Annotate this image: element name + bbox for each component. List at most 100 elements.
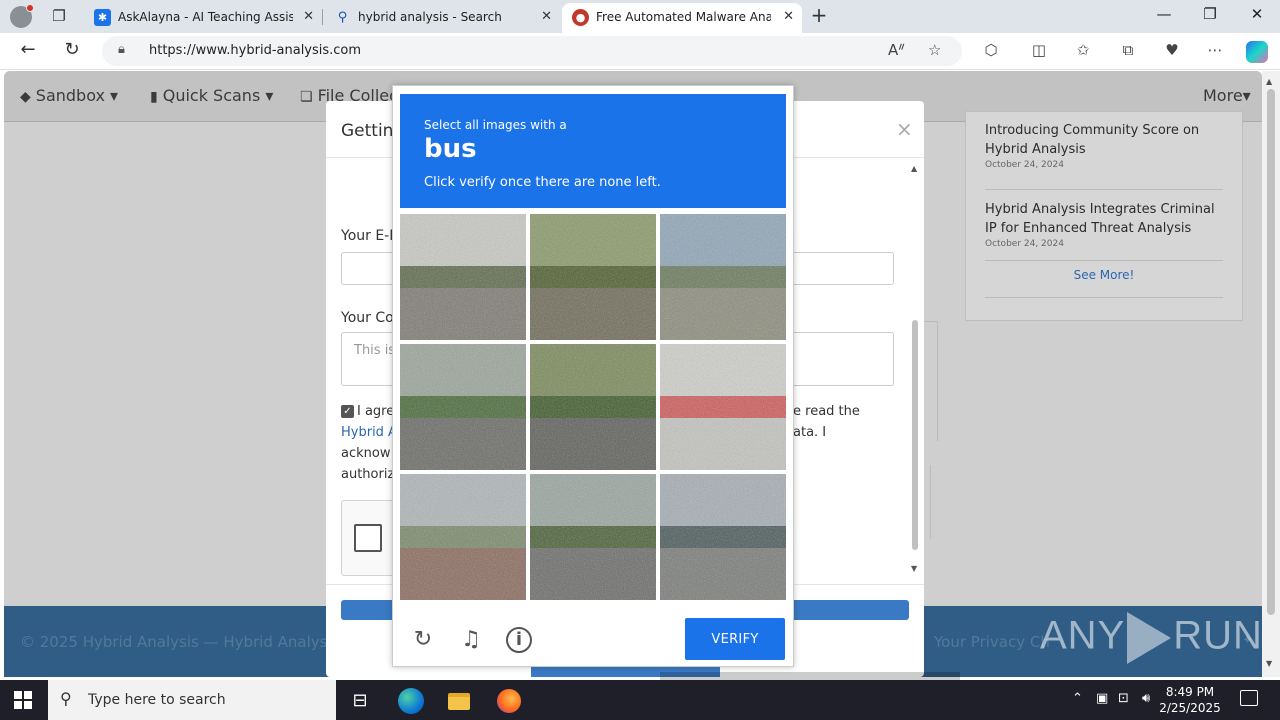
hybrid-analysis-icon: ● (572, 9, 589, 26)
notifications-icon[interactable] (1240, 690, 1258, 706)
tile-street-trucks[interactable] (400, 214, 526, 340)
news-item[interactable]: Introducing Community Score on Hybrid An… (985, 121, 1225, 170)
show-hidden-icons-chevron-icon[interactable]: ⌃ (1072, 691, 1083, 706)
close-window-icon[interactable]: ✕ (1242, 5, 1272, 23)
reload-icon[interactable]: ↻ (410, 627, 436, 653)
favorites-icon[interactable]: ✩ (1072, 41, 1094, 59)
divider (985, 189, 1223, 190)
scroll-down-icon[interactable]: ▼ (1266, 659, 1272, 668)
extensions-icon[interactable]: ⬡ (980, 41, 1002, 59)
network-icon[interactable]: ⊡ (1118, 691, 1129, 706)
windows-start-icon[interactable] (14, 691, 32, 709)
captcha-target-word: bus (424, 134, 477, 164)
new-tab-button[interactable]: + (809, 5, 829, 25)
tile-fire-hydrant[interactable] (660, 344, 786, 470)
news-title[interactable]: Hybrid Analysis Integrates Criminal IP f… (985, 200, 1225, 238)
collections-icon[interactable]: ⧉ (1117, 41, 1139, 59)
modal-scrollbar[interactable]: ▲ ▼ (908, 160, 922, 580)
captcha-checkbox[interactable] (354, 524, 382, 552)
address-bar[interactable]: 🔒︎ https://www.hybrid-analysis.com Aᐥ ☆ (102, 36, 962, 66)
device-icon[interactable]: ▣ (1096, 691, 1108, 706)
files-icon: ❏ (300, 89, 313, 105)
scrollbar-thumb[interactable] (1267, 89, 1275, 615)
captcha-instruction: Select all images with a (424, 118, 567, 132)
tab-askalayna[interactable]: ✱ AskAlayna - AI Teaching Assistant ✕ (84, 3, 322, 33)
tab-actions-icon[interactable]: ❐ (48, 7, 70, 27)
close-tab-icon[interactable]: ✕ (303, 3, 314, 31)
clock-date: 2/25/2025 (1159, 701, 1221, 715)
scroll-up-icon[interactable]: ▲ (1266, 77, 1272, 86)
terms-link[interactable]: Hybrid A (341, 425, 397, 440)
tile-lakeside-road[interactable] (660, 474, 786, 600)
tile-traffic-lights-car[interactable] (400, 344, 526, 470)
copilot-icon[interactable] (1246, 41, 1268, 63)
scroll-up-icon[interactable]: ▲ (911, 164, 917, 173)
minimize-icon[interactable]: — (1149, 5, 1179, 23)
nav-quick-scans[interactable]: ▮ Quick Scans ▾ (150, 86, 273, 105)
taskbar-search-box[interactable]: ⚲ Type here to search (48, 680, 336, 720)
tab-hybrid-analysis[interactable]: ● Free Automated Malware Analysis ✕ (562, 3, 802, 33)
agree-text: e read the (793, 404, 860, 419)
captcha-challenge: Select all images with a bus Click verif… (392, 85, 794, 667)
back-arrow-icon[interactable]: ← (16, 39, 40, 60)
tab-title: hybrid analysis - Search (358, 10, 502, 24)
split-screen-icon[interactable]: ◫ (1028, 41, 1050, 59)
page-scrollbar[interactable]: ▲ ▼ (1262, 71, 1280, 677)
comment-placeholder: This is (354, 343, 396, 358)
audio-challenge-icon[interactable]: ♫ (458, 627, 484, 653)
notification-dot (26, 4, 34, 12)
tab-title: Free Automated Malware Analysis (596, 10, 771, 24)
tile-bike-path[interactable] (400, 474, 526, 600)
verify-button[interactable]: VERIFY (685, 618, 785, 660)
task-view-icon[interactable]: ⊟ (347, 688, 373, 714)
tile-street-parked-cars[interactable] (530, 474, 656, 600)
clock-time: 8:49 PM (1165, 685, 1215, 699)
info-icon[interactable]: i (506, 627, 532, 653)
search-placeholder: Type here to search (88, 692, 226, 708)
scroll-down-icon[interactable]: ▼ (911, 564, 917, 573)
favorite-star-icon[interactable]: ☆ (928, 41, 941, 59)
news-item[interactable]: Hybrid Analysis Integrates Criminal IP f… (985, 200, 1225, 249)
tile-bus-stop-park[interactable] (530, 214, 656, 340)
divider (985, 260, 1223, 261)
cube-icon: ◆ (20, 89, 31, 105)
browser-essentials-icon[interactable]: ♥ (1161, 41, 1183, 59)
close-icon[interactable]: × (896, 117, 913, 141)
comment-label: Your Co (341, 310, 394, 326)
file-explorer-icon[interactable] (446, 688, 472, 714)
edge-browser-icon[interactable] (398, 688, 424, 714)
footer-copyright: © 2025 Hybrid Analysis — Hybrid Analysis (20, 633, 340, 651)
agree-text: authoriz (341, 467, 395, 482)
tile-open-field[interactable] (660, 214, 786, 340)
restore-icon[interactable]: ❐ (1195, 5, 1225, 23)
url-text[interactable]: https://www.hybrid-analysis.com (149, 43, 361, 58)
more-options-icon[interactable]: ⋯ (1204, 41, 1226, 59)
watermark-text: ANY (1040, 613, 1126, 658)
news-date: October 24, 2024 (985, 160, 1064, 170)
tab-search[interactable]: ⚲ hybrid analysis - Search ✕ (324, 3, 560, 33)
read-aloud-icon[interactable]: Aᐥ (888, 41, 905, 59)
refresh-icon[interactable]: ↻ (60, 39, 84, 60)
tab-separator (322, 9, 323, 25)
firefox-icon[interactable] (496, 688, 522, 714)
news-date: October 24, 2024 (985, 239, 1064, 249)
nav-label: More (1203, 86, 1243, 105)
tile-road-trees[interactable] (530, 344, 656, 470)
see-more-link[interactable]: See More! (985, 268, 1223, 282)
agree-checkbox[interactable]: ✓ (341, 405, 354, 418)
agree-text: I agre (357, 404, 395, 419)
search-icon: ⚲ (60, 689, 72, 708)
agree-text: acknow (341, 446, 391, 461)
volume-icon[interactable]: 🔊︎ (1142, 691, 1150, 706)
browser-toolbar: ← ↻ 🔒︎ https://www.hybrid-analysis.com A… (0, 33, 1280, 70)
close-tab-icon[interactable]: ✕ (541, 3, 552, 31)
close-tab-icon[interactable]: ✕ (783, 3, 794, 31)
profile-avatar[interactable] (10, 4, 34, 28)
news-title[interactable]: Introducing Community Score on Hybrid An… (985, 121, 1225, 159)
anyrun-watermark: ANY RUN (1040, 612, 1263, 664)
system-clock[interactable]: 8:49 PM 2/25/2025 (1150, 684, 1230, 716)
nav-sandbox[interactable]: ◆ Sandbox ▾ (20, 86, 118, 105)
nav-more[interactable]: More▾ (1203, 86, 1251, 105)
footer-privacy-link[interactable]: Your Privacy Ch (934, 633, 1050, 651)
scrollbar-thumb[interactable] (912, 320, 918, 550)
